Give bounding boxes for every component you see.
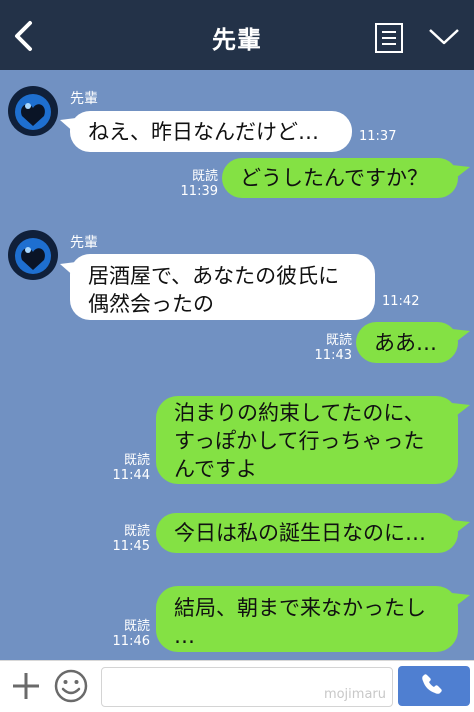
- message-line: 居酒屋で、あなたの彼氏に: [88, 264, 340, 288]
- avatar[interactable]: [8, 86, 58, 136]
- message-bubble[interactable]: 今日は私の誕生日なのに…: [156, 513, 458, 553]
- avatar[interactable]: [8, 230, 58, 280]
- sender-name: 先輩: [70, 91, 98, 107]
- message-time: 11:46: [112, 634, 150, 649]
- sender-name: 先輩: [70, 235, 98, 251]
- message-line: 結局、朝まで来なかったし: [174, 596, 426, 620]
- bubble-tail: [452, 520, 470, 536]
- phone-icon: [422, 674, 442, 694]
- message-line: んですよ: [174, 457, 257, 481]
- message-bubble[interactable]: ああ…: [356, 322, 458, 363]
- message-time: 11:37: [359, 129, 397, 144]
- message-input[interactable]: mojimaru: [101, 667, 393, 707]
- smile-icon[interactable]: [53, 668, 89, 704]
- read-receipt: 既読: [123, 453, 150, 468]
- message-time: 11:44: [112, 468, 150, 483]
- message-line: 偶然会ったの: [88, 292, 214, 316]
- plus-icon[interactable]: [10, 670, 42, 702]
- message-time: 11:42: [382, 294, 420, 309]
- message-bubble[interactable]: 泊まりの約束してたのに、 すっぽかして行っちゃった んですよ: [156, 396, 458, 484]
- chat-header: 先輩: [0, 0, 474, 70]
- avatar-icon: [8, 230, 58, 280]
- bubble-tail: [452, 403, 470, 419]
- watermark-text: mojimaru: [323, 687, 386, 702]
- bubble-tail: [452, 165, 470, 181]
- bubble-tail: [452, 329, 470, 345]
- chevron-down-icon[interactable]: [427, 26, 461, 48]
- read-receipt: 既読: [123, 524, 150, 539]
- read-receipt: 既読: [123, 619, 150, 634]
- message-bubble[interactable]: 結局、朝まで来なかったし …: [156, 586, 458, 652]
- bubble-tail: [452, 593, 470, 609]
- message-line: …: [174, 624, 195, 648]
- input-bar: mojimaru: [0, 660, 474, 712]
- message-line: すっぽかして行っちゃった: [174, 429, 425, 453]
- note-icon[interactable]: [374, 22, 404, 54]
- read-receipt: 既読: [325, 333, 352, 348]
- avatar-icon: [8, 86, 58, 136]
- message-list: 先輩 ねえ、昨日なんだけど… 11:37 既読 11:39 どうしたんですか？ …: [0, 70, 474, 660]
- message-bubble[interactable]: ねえ、昨日なんだけど…: [70, 111, 352, 152]
- message-bubble[interactable]: どうしたんですか？: [222, 158, 458, 198]
- call-button[interactable]: [398, 666, 470, 706]
- message-time: 11:45: [112, 539, 150, 554]
- message-time: 11:43: [314, 348, 352, 363]
- read-receipt: 既読: [191, 169, 218, 184]
- message-bubble[interactable]: 居酒屋で、あなたの彼氏に 偶然会ったの: [70, 254, 375, 320]
- message-time: 11:39: [180, 184, 218, 199]
- message-line: 泊まりの約束してたのに、: [174, 401, 425, 425]
